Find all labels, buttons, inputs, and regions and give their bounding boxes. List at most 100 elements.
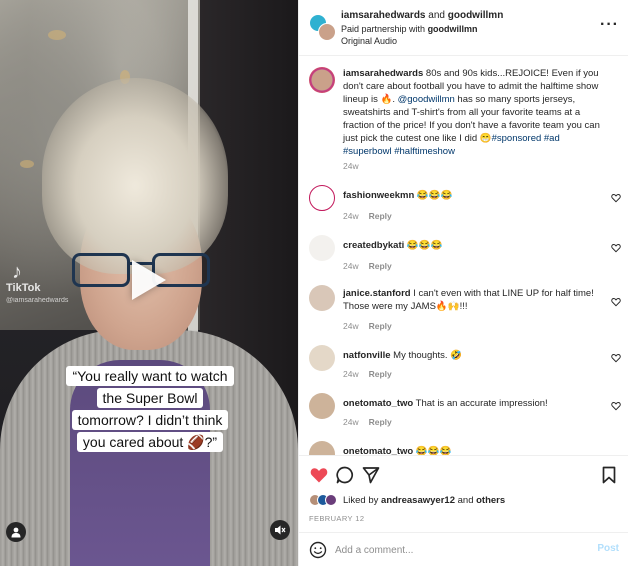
mute-icon bbox=[275, 525, 286, 535]
user-icon bbox=[11, 527, 21, 538]
avatar[interactable] bbox=[309, 441, 335, 455]
comment-username-link[interactable]: natfonville bbox=[343, 350, 391, 361]
heart-icon[interactable] bbox=[611, 297, 621, 307]
heart-icon[interactable] bbox=[611, 193, 621, 203]
comment-icon[interactable] bbox=[335, 465, 355, 485]
likes-summary: Liked by andreasawyer12 and others bbox=[309, 492, 505, 508]
tiktok-handle: @iamsarahedwards bbox=[6, 297, 69, 304]
caption-line: “You really want to watch bbox=[66, 366, 234, 386]
reply-button[interactable]: Reply bbox=[369, 321, 392, 331]
others-link[interactable]: others bbox=[476, 495, 505, 506]
avatar[interactable] bbox=[309, 345, 335, 371]
avatar-sarah bbox=[318, 23, 336, 41]
mention-link[interactable]: @goodwillmn bbox=[398, 94, 455, 105]
tagged-users-button[interactable] bbox=[6, 522, 26, 542]
reply-button[interactable]: Reply bbox=[369, 211, 392, 221]
comment-timestamp: 24w bbox=[343, 211, 359, 221]
comment-body: That is an accurate impression! bbox=[413, 398, 548, 409]
comment-text: onetomato_two 😂😂😂 bbox=[343, 445, 605, 455]
comment-timestamp: 24w bbox=[343, 321, 359, 331]
avatar[interactable] bbox=[309, 185, 335, 211]
video-caption: “You really want to watch the Super Bowl… bbox=[40, 366, 260, 452]
comment-text: natfonville My thoughts. 🤣 bbox=[343, 349, 605, 362]
comment-text: createdbykati 😂😂😂 bbox=[343, 239, 605, 252]
glasses-left-lens bbox=[72, 253, 130, 287]
comment-meta: 24w Reply bbox=[343, 417, 392, 427]
comment-meta: 24w Reply bbox=[343, 321, 392, 331]
caption-timestamp: 24w bbox=[343, 161, 359, 171]
add-comment-bar: Post bbox=[299, 532, 628, 566]
post-date[interactable]: FEBRUARY 12 bbox=[309, 514, 364, 523]
header-avatars[interactable] bbox=[309, 14, 336, 41]
avatar[interactable] bbox=[309, 285, 335, 311]
comment-body: 😂😂😂 bbox=[413, 446, 452, 455]
post-header: iamsarahedwards and goodwillmn Paid part… bbox=[299, 0, 628, 56]
tiktok-watermark: ♪ TikTok bbox=[6, 262, 40, 294]
comment-meta: 24w Reply bbox=[343, 261, 392, 271]
comment-text: janice.stanford I can't even with that L… bbox=[343, 287, 605, 313]
partnership-line: Paid partnership with goodwillmn bbox=[341, 24, 478, 34]
liker-link[interactable]: andreasawyer12 bbox=[381, 495, 455, 506]
liker-avatar bbox=[325, 494, 337, 506]
tiktok-logo-icon: ♪ bbox=[12, 261, 22, 283]
smile-icon[interactable] bbox=[309, 541, 327, 559]
hashtags-link[interactable]: #sponsored #ad bbox=[492, 133, 560, 144]
comment-text: fashionweekmn 😂😂😂 bbox=[343, 189, 605, 202]
caption-time: 24w bbox=[343, 161, 359, 171]
audio-link[interactable]: Original Audio bbox=[341, 36, 397, 46]
comment-username-link[interactable]: createdbykati bbox=[343, 240, 404, 251]
more-horizontal-icon: ··· bbox=[600, 16, 619, 33]
header-names: iamsarahedwards and goodwillmn bbox=[341, 10, 503, 21]
post-button[interactable]: Post bbox=[597, 543, 619, 554]
post-sidebar: iamsarahedwards and goodwillmn Paid part… bbox=[298, 0, 628, 566]
action-bar bbox=[299, 455, 628, 495]
send-icon[interactable] bbox=[361, 465, 381, 485]
reply-button[interactable]: Reply bbox=[369, 261, 392, 271]
play-icon bbox=[132, 260, 166, 300]
comment-timestamp: 24w bbox=[343, 417, 359, 427]
comment-body: My thoughts. 🤣 bbox=[390, 350, 463, 361]
tiktok-brand: TikTok bbox=[6, 282, 41, 294]
comments-list[interactable]: iamsarahedwards 80s and 90s kids...REJOI… bbox=[299, 57, 628, 455]
heart-icon[interactable] bbox=[611, 243, 621, 253]
post-modal: ♪ TikTok @iamsarahedwards “You really wa… bbox=[0, 0, 628, 566]
comment-username-link[interactable]: fashionweekmn bbox=[343, 190, 414, 201]
caption-username-link[interactable]: iamsarahedwards bbox=[343, 68, 423, 79]
avatar[interactable] bbox=[309, 393, 335, 419]
comment-username-link[interactable]: onetomato_two bbox=[343, 398, 413, 409]
caption-line: tomorrow? I didn’t think bbox=[71, 410, 229, 430]
comment-text: onetomato_two That is an accurate impres… bbox=[343, 397, 605, 410]
likes-prefix: Liked by bbox=[343, 494, 379, 506]
heart-icon[interactable] bbox=[611, 353, 621, 363]
partner-link[interactable]: goodwillmn bbox=[428, 24, 478, 34]
comment-timestamp: 24w bbox=[343, 369, 359, 379]
comment-timestamp: 24w bbox=[343, 261, 359, 271]
avatar[interactable] bbox=[309, 67, 335, 93]
more-options-button[interactable]: ··· bbox=[600, 16, 619, 34]
comment-meta: 24w Reply bbox=[343, 211, 392, 221]
play-button[interactable] bbox=[124, 256, 172, 304]
mute-button[interactable] bbox=[270, 520, 290, 540]
reply-button[interactable]: Reply bbox=[369, 369, 392, 379]
hair bbox=[42, 78, 228, 274]
comment-username-link[interactable]: onetomato_two bbox=[343, 446, 413, 455]
heart-icon[interactable] bbox=[309, 465, 329, 485]
video-player[interactable]: ♪ TikTok @iamsarahedwards “You really wa… bbox=[0, 0, 298, 566]
header-user2-link[interactable]: goodwillmn bbox=[448, 10, 504, 21]
comment-body: 😂😂😂 bbox=[404, 240, 443, 251]
caption-text: iamsarahedwards 80s and 90s kids...REJOI… bbox=[343, 67, 605, 158]
header-user1-link[interactable]: iamsarahedwards bbox=[341, 10, 426, 21]
comment-username-link[interactable]: janice.stanford bbox=[343, 288, 411, 299]
bookmark-icon[interactable] bbox=[599, 465, 619, 485]
hashtags-link[interactable]: #superbowl #halftimeshow bbox=[343, 146, 455, 157]
avatar[interactable] bbox=[309, 235, 335, 261]
likes-text: Liked by andreasawyer12 and others bbox=[343, 495, 505, 506]
header-and: and bbox=[428, 10, 445, 21]
heart-icon[interactable] bbox=[611, 401, 621, 411]
caption-line: the Super Bowl bbox=[96, 388, 204, 408]
comment-meta: 24w Reply bbox=[343, 369, 392, 379]
likes-middle: and bbox=[457, 494, 474, 506]
reply-button[interactable]: Reply bbox=[369, 417, 392, 427]
add-comment-input[interactable] bbox=[335, 542, 575, 558]
comment-body: 😂😂😂 bbox=[414, 190, 453, 201]
